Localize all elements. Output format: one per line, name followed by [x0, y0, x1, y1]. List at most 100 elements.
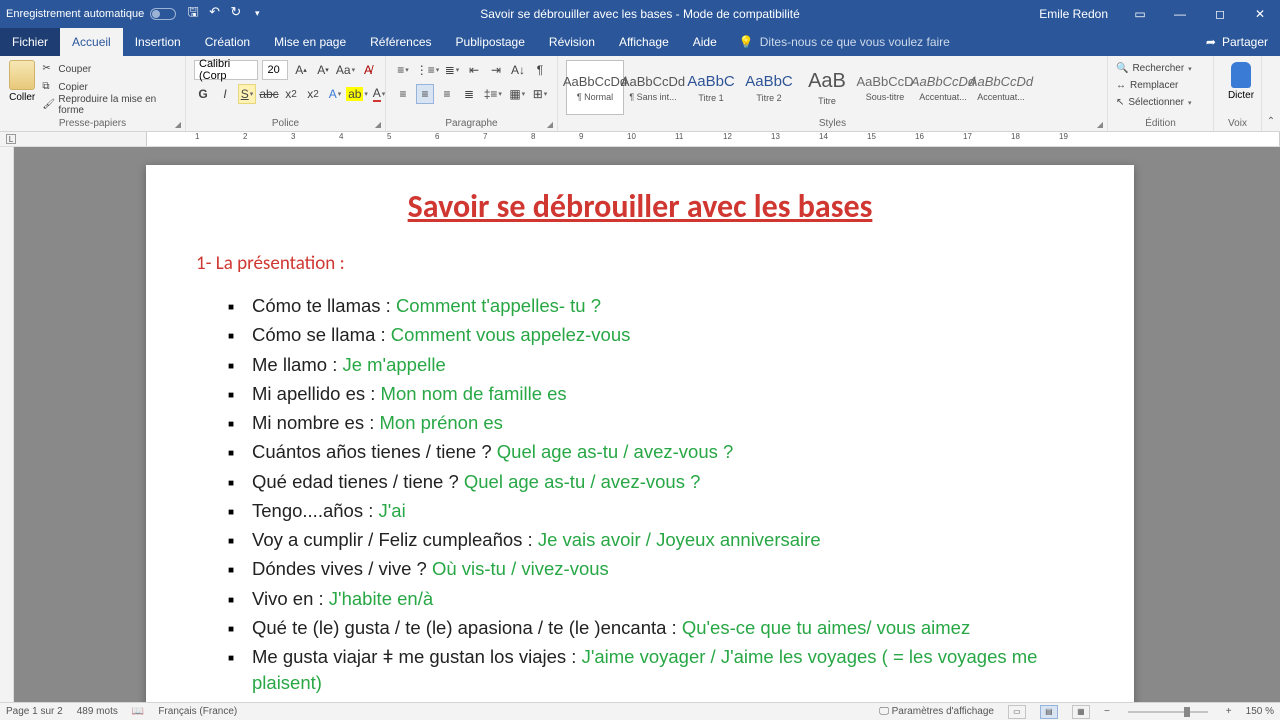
cut-button[interactable]: ✂Couper: [42, 60, 177, 78]
line-spacing-icon[interactable]: ‡≡▾: [482, 84, 504, 104]
tab-home[interactable]: Accueil: [60, 28, 123, 56]
grow-font-icon[interactable]: A▴: [292, 60, 310, 80]
subscript-button[interactable]: x2: [282, 84, 300, 104]
read-mode-icon[interactable]: ▭: [1008, 705, 1026, 719]
format-painter-button[interactable]: 🖌Reproduire la mise en forme: [42, 96, 177, 114]
tab-layout[interactable]: Mise en page: [262, 28, 358, 56]
doc-title[interactable]: Savoir se débrouiller avec les bases: [196, 187, 1084, 226]
save-icon[interactable]: 🖫: [184, 3, 202, 25]
print-layout-icon[interactable]: ▤: [1040, 705, 1058, 719]
superscript-button[interactable]: x2: [304, 84, 322, 104]
ruler-vertical[interactable]: [0, 147, 14, 702]
ribbon-options-icon[interactable]: ▭: [1120, 0, 1160, 28]
maximize-icon[interactable]: ◻: [1200, 0, 1240, 28]
text-effects-icon[interactable]: A▾: [326, 84, 344, 104]
zoom-slider[interactable]: [1128, 711, 1208, 713]
dialog-launcher-icon[interactable]: ◢: [547, 120, 553, 129]
display-settings[interactable]: 🖵 Paramètres d'affichage: [879, 706, 994, 717]
document-page[interactable]: Savoir se débrouiller avec les bases 1- …: [146, 165, 1134, 702]
font-size-select[interactable]: 20: [262, 60, 288, 80]
undo-icon[interactable]: ↶: [206, 4, 224, 20]
share-button[interactable]: ➦Partager: [1194, 28, 1280, 56]
shading-icon[interactable]: ▦▾: [508, 84, 527, 104]
ruler-horizontal[interactable]: L 12345678910111213141516171819: [0, 132, 1280, 147]
zoom-out-icon[interactable]: −: [1104, 706, 1110, 717]
clear-format-icon[interactable]: A̸: [359, 60, 377, 80]
multilevel-icon[interactable]: ≣▾: [443, 60, 461, 80]
list-item[interactable]: Me gusta viajar ǂ me gustan los viajes :…: [252, 644, 1084, 697]
list-item[interactable]: Mi apellido es : Mon nom de famille es: [252, 381, 1084, 407]
list-item[interactable]: Tengo....años : J'ai: [252, 498, 1084, 524]
select-button[interactable]: ↖Sélectionner ▾: [1116, 94, 1205, 111]
list-item[interactable]: Cómo se llama : Comment vous appelez-vou…: [252, 322, 1084, 348]
align-left-icon[interactable]: ≡: [394, 84, 412, 104]
justify-icon[interactable]: ≣: [460, 84, 478, 104]
strike-button[interactable]: abc: [260, 84, 278, 104]
style-card[interactable]: AaBbCcDd¶ Sans int...: [624, 60, 682, 115]
style-card[interactable]: AaBbCcDdAccentuat...: [914, 60, 972, 115]
style-card[interactable]: AaBTitre: [798, 60, 856, 115]
zoom-level[interactable]: 150 %: [1246, 706, 1274, 717]
style-card[interactable]: AaBbCcDdAccentuat...: [972, 60, 1030, 115]
dictate-button[interactable]: Dicter: [1222, 60, 1260, 101]
list-item[interactable]: Me llamo : Je m'appelle: [252, 352, 1084, 378]
tab-review[interactable]: Révision: [537, 28, 607, 56]
show-marks-icon[interactable]: ¶: [531, 60, 549, 80]
tab-view[interactable]: Affichage: [607, 28, 681, 56]
tell-me[interactable]: 💡Dites-nous ce que vous voulez faire: [729, 28, 1194, 56]
increase-indent-icon[interactable]: ⇥: [487, 60, 505, 80]
spellcheck-icon[interactable]: 📖: [132, 706, 144, 717]
list-item[interactable]: Cuántos años tienes / tiene ? Quel age a…: [252, 439, 1084, 465]
numbering-icon[interactable]: ⋮≡▾: [416, 60, 439, 80]
decrease-indent-icon[interactable]: ⇤: [465, 60, 483, 80]
web-layout-icon[interactable]: ▦: [1072, 705, 1090, 719]
borders-icon[interactable]: ⊞▾: [531, 84, 549, 104]
dialog-launcher-icon[interactable]: ◢: [375, 120, 381, 129]
list-item[interactable]: Dóndes vives / vive ? Où vis-tu / vivez-…: [252, 556, 1084, 582]
italic-button[interactable]: I: [216, 84, 234, 104]
user-name[interactable]: Emile Redon: [1039, 7, 1108, 21]
find-button[interactable]: 🔍Rechercher ▾: [1116, 60, 1205, 77]
tab-selector-icon[interactable]: L: [6, 134, 16, 144]
section-heading[interactable]: 1- La présentation :: [196, 252, 1084, 275]
list-item[interactable]: Qué te (le) gusta / te (le) apasiona / t…: [252, 615, 1084, 641]
style-card[interactable]: AaBbCcDSous-titre: [856, 60, 914, 115]
language-indicator[interactable]: Français (France): [158, 706, 237, 717]
styles-gallery[interactable]: AaBbCcDd¶ NormalAaBbCcDd¶ Sans int...AaB…: [566, 60, 1099, 115]
bold-button[interactable]: G: [194, 84, 212, 104]
document-area[interactable]: Savoir se débrouiller avec les bases 1- …: [0, 147, 1280, 702]
close-icon[interactable]: ✕: [1240, 0, 1280, 28]
change-case-icon[interactable]: Aa▾: [336, 60, 355, 80]
align-center-icon[interactable]: ≡: [416, 84, 434, 104]
paste-button[interactable]: Coller: [8, 60, 36, 114]
replace-button[interactable]: ↔Remplacer: [1116, 77, 1205, 94]
list-item[interactable]: Voy a cumplir / Feliz cumpleaños : Je va…: [252, 527, 1084, 553]
align-right-icon[interactable]: ≡: [438, 84, 456, 104]
tab-insert[interactable]: Insertion: [123, 28, 193, 56]
highlight-icon[interactable]: ab▾: [348, 84, 366, 104]
underline-button[interactable]: S▾: [238, 84, 256, 104]
minimize-icon[interactable]: —: [1160, 0, 1200, 28]
list-item[interactable]: Cómo te llamas : Comment t'appelles- tu …: [252, 293, 1084, 319]
collapse-ribbon-icon[interactable]: ⌃: [1267, 116, 1275, 127]
page-indicator[interactable]: Page 1 sur 2: [6, 706, 63, 717]
style-card[interactable]: AaBbCcDd¶ Normal: [566, 60, 624, 115]
style-card[interactable]: AaBbCTitre 2: [740, 60, 798, 115]
sort-icon[interactable]: A↓: [509, 60, 527, 80]
bullets-icon[interactable]: ≡▾: [394, 60, 412, 80]
tab-design[interactable]: Création: [193, 28, 262, 56]
qat-more-icon[interactable]: ▾: [248, 8, 266, 19]
shrink-font-icon[interactable]: A▾: [314, 60, 332, 80]
list-item[interactable]: Qué edad tienes / tiene ? Quel age as-tu…: [252, 469, 1084, 495]
font-name-select[interactable]: Calibri (Corp: [194, 60, 258, 80]
dialog-launcher-icon[interactable]: ◢: [175, 120, 181, 129]
style-card[interactable]: AaBbCTitre 1: [682, 60, 740, 115]
tab-help[interactable]: Aide: [681, 28, 729, 56]
tab-references[interactable]: Références: [358, 28, 443, 56]
tab-file[interactable]: Fichier: [0, 28, 60, 56]
autosave-toggle[interactable]: Enregistrement automatique: [6, 8, 176, 20]
tab-mailings[interactable]: Publipostage: [444, 28, 537, 56]
word-count[interactable]: 489 mots: [77, 706, 118, 717]
list-item[interactable]: Vivo en : J'habite en/à: [252, 586, 1084, 612]
dialog-launcher-icon[interactable]: ◢: [1097, 120, 1103, 129]
